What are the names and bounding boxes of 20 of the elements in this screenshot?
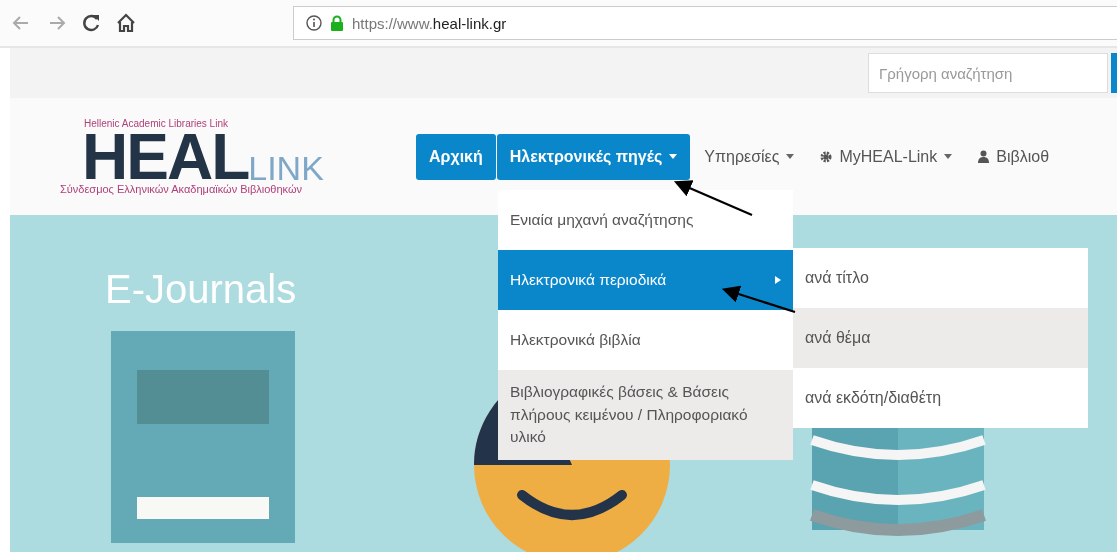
menu-item[interactable]: ανά θέμα [793,308,1088,368]
lock-icon [330,15,344,31]
address-bar[interactable]: https://www.heal-link.gr [293,6,1117,40]
url-text: https://www.heal-link.gr [352,14,507,32]
search-field[interactable]: Γρήγορη αναζήτηση [868,53,1108,93]
nav-item[interactable]: Υπηρεσίες [691,133,808,180]
nav-item[interactable]: Ηλεκτρονικές πηγές [496,133,691,180]
info-icon[interactable] [306,15,322,31]
gear-icon [820,150,833,163]
user-icon [978,150,990,163]
hero-title: E-Journals [105,267,297,312]
menu-item[interactable]: Βιβλιογραφικές βάσεις & Βάσεις πλήρους κειμένου / Πληροφοριακό υλικό [498,370,793,460]
logo-tagline: Hellenic Academic Libraries Link [84,118,229,129]
home-icon[interactable] [116,13,136,33]
nav-item[interactable]: Αρχική [416,133,496,180]
logo-wordmark: LINK [248,151,324,185]
menu-item[interactable]: Ηλεκτρονικά περιοδικά [498,250,793,310]
nav-item[interactable]: Βιβλιοθ [965,133,1063,180]
nav-item[interactable]: MyHEAL-Link [807,133,966,180]
reload-icon[interactable] [82,13,102,33]
